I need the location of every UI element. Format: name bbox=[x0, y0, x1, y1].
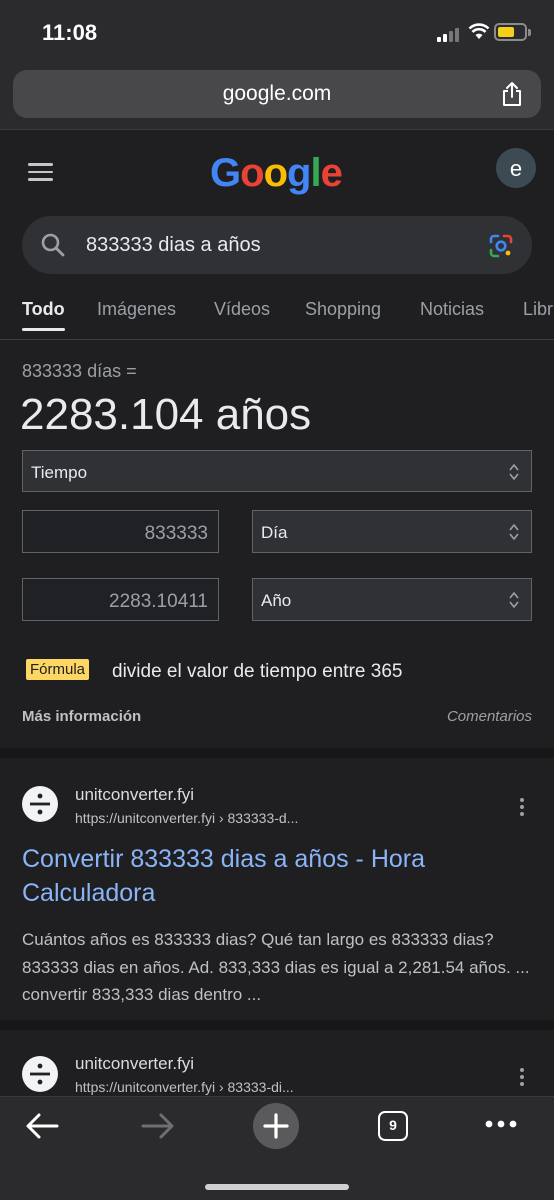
logo-letter: G bbox=[210, 151, 241, 195]
more-options-icon[interactable] bbox=[520, 798, 526, 819]
result-title-link[interactable]: Convertir 833333 dias a años - Hora Calc… bbox=[22, 842, 532, 910]
select-arrows-icon bbox=[509, 591, 519, 609]
from-unit-select[interactable]: Día bbox=[252, 510, 532, 553]
address-bar[interactable]: google.com bbox=[13, 70, 541, 118]
tab-imagenes[interactable]: Imágenes bbox=[97, 299, 176, 320]
search-icon bbox=[41, 233, 65, 257]
more-info-link[interactable]: Más información bbox=[22, 708, 141, 725]
category-select[interactable]: Tiempo bbox=[22, 450, 532, 492]
converter-result: 2283.104 años bbox=[20, 390, 312, 439]
result-site-name[interactable]: unitconverter.fyi bbox=[75, 1054, 194, 1074]
result-site-name[interactable]: unitconverter.fyi bbox=[75, 785, 194, 805]
tab-noticias[interactable]: Noticias bbox=[420, 299, 484, 320]
to-unit: Año bbox=[261, 591, 292, 610]
search-tabs: Todo Imágenes Vídeos Shopping Noticias L… bbox=[0, 296, 554, 340]
tab-videos[interactable]: Vídeos bbox=[214, 299, 270, 320]
active-tab-indicator bbox=[22, 328, 65, 331]
wifi-icon bbox=[468, 23, 490, 39]
more-options-icon[interactable] bbox=[520, 1068, 526, 1089]
feedback-link[interactable]: Comentarios bbox=[447, 708, 532, 725]
select-arrows-icon bbox=[509, 523, 519, 541]
status-bar: 11:08 bbox=[0, 0, 554, 62]
to-unit-select[interactable]: Año bbox=[252, 578, 532, 621]
search-box[interactable]: 833333 dias a años bbox=[22, 216, 532, 274]
more-menu-icon[interactable] bbox=[484, 1119, 518, 1129]
plus-icon bbox=[263, 1113, 289, 1139]
section-divider bbox=[0, 1020, 554, 1030]
back-arrow-icon[interactable] bbox=[24, 1111, 60, 1141]
divide-icon bbox=[30, 1063, 50, 1085]
divide-icon bbox=[30, 793, 50, 815]
menu-icon[interactable] bbox=[28, 163, 53, 181]
home-indicator[interactable] bbox=[205, 1184, 349, 1190]
cellular-signal-icon bbox=[437, 26, 463, 42]
select-arrows-icon bbox=[509, 463, 519, 481]
browser-address-area: google.com bbox=[0, 62, 554, 130]
site-favicon[interactable] bbox=[22, 786, 58, 822]
logo-letter: o bbox=[263, 151, 288, 195]
google-logo[interactable]: Google bbox=[210, 151, 343, 196]
logo-letter: e bbox=[320, 151, 343, 195]
search-input[interactable]: 833333 dias a años bbox=[86, 234, 261, 257]
result-snippet: Cuántos años es 833333 dias? Qué tan lar… bbox=[22, 930, 530, 1004]
forward-arrow-icon[interactable] bbox=[140, 1111, 176, 1141]
category-value: Tiempo bbox=[31, 463, 88, 482]
result-url[interactable]: https://unitconverter.fyi › 83333-di... bbox=[75, 1079, 294, 1095]
tab-switcher-button[interactable]: 9 bbox=[378, 1111, 408, 1141]
converter-summary: 833333 días = bbox=[22, 361, 137, 381]
logo-letter: o bbox=[240, 151, 264, 195]
address-text: google.com bbox=[222, 82, 332, 105]
google-lens-icon[interactable] bbox=[488, 233, 514, 259]
avatar[interactable]: e bbox=[494, 146, 538, 190]
new-tab-button[interactable] bbox=[253, 1103, 299, 1149]
section-divider bbox=[0, 748, 554, 758]
site-favicon[interactable] bbox=[22, 1056, 58, 1092]
tab-todo[interactable]: Todo bbox=[22, 299, 65, 320]
to-value: 2283.10411 bbox=[109, 591, 208, 612]
status-time: 11:08 bbox=[42, 20, 98, 45]
from-unit: Día bbox=[261, 523, 288, 542]
to-value-input[interactable]: 2283.10411 bbox=[22, 578, 219, 621]
share-icon[interactable] bbox=[501, 81, 523, 107]
tab-libros[interactable]: Libr bbox=[523, 299, 553, 320]
logo-letter: g bbox=[287, 151, 311, 195]
formula-text: divide el valor de tiempo entre 365 bbox=[112, 661, 403, 682]
tab-shopping[interactable]: Shopping bbox=[305, 299, 381, 320]
from-value-input[interactable]: 833333 bbox=[22, 510, 219, 553]
from-value: 833333 bbox=[144, 523, 208, 544]
logo-letter: l bbox=[310, 151, 321, 195]
result-url[interactable]: https://unitconverter.fyi › 833333-d... bbox=[75, 810, 298, 826]
formula-badge: Fórmula bbox=[26, 659, 90, 680]
battery-icon bbox=[494, 23, 531, 41]
